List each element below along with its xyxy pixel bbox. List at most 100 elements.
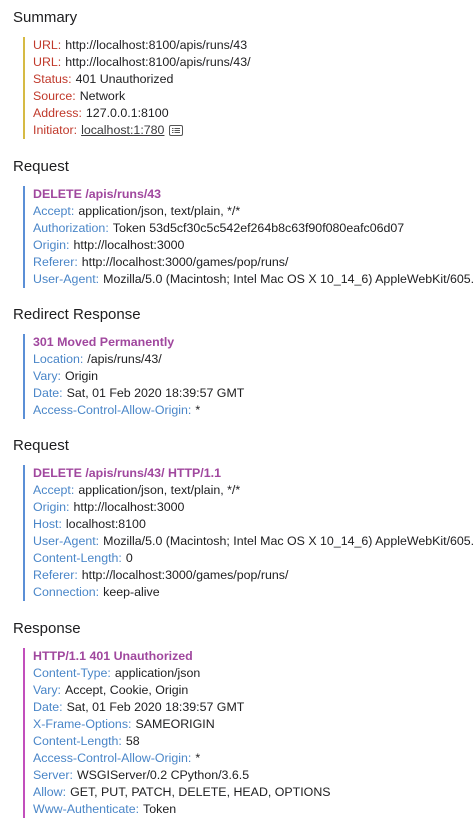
header-row: Origin: http://localhost:3000 [33, 237, 474, 254]
summary-value: 401 Unauthorized [75, 72, 174, 86]
header-row: Vary: Accept, Cookie, Origin [33, 682, 474, 699]
header-row: Date: Sat, 01 Feb 2020 18:39:57 GMT [33, 385, 474, 402]
summary-title: Summary [13, 9, 78, 26]
header-key: Vary: [33, 369, 61, 383]
header-value: application/json [114, 666, 201, 680]
request-title: Request [13, 158, 69, 175]
header-row: X-Frame-Options: SAMEORIGIN [33, 716, 474, 733]
header-value: GET, PUT, PATCH, DELETE, HEAD, OPTIONS [70, 785, 331, 799]
header-value: Token [143, 802, 177, 816]
summary-row: Initiator: localhost:1:780 [33, 122, 474, 139]
response-block: HTTP/1.1 401 Unauthorized Content-Type: a… [23, 648, 474, 818]
summary-key: Source: [33, 89, 76, 103]
header-value: * [195, 403, 201, 417]
response-title: Response [13, 620, 81, 637]
header-row: Host: localhost:8100 [33, 516, 474, 533]
summary-key: URL: [33, 55, 62, 69]
summary-block: URL: http://localhost:8100/apis/runs/43 U… [23, 37, 474, 139]
header-row: Content-Length: 0 [33, 550, 474, 567]
summary-value: 127.0.0.1:8100 [85, 106, 169, 120]
response-status-line: HTTP/1.1 401 Unauthorized [33, 649, 193, 663]
header-value: * [195, 751, 201, 765]
header-key: Origin: [33, 238, 70, 252]
summary-key: Status: [33, 72, 72, 86]
initiator-link[interactable]: localhost:1:780 [81, 123, 164, 137]
summary-row: URL: http://localhost:8100/apis/runs/43 [33, 37, 474, 54]
header-row: Content-Length: 58 [33, 733, 474, 750]
header-key: Vary: [33, 683, 61, 697]
header-value: keep-alive [103, 585, 160, 599]
header-key: X-Frame-Options: [33, 717, 132, 731]
request-status-line: DELETE /apis/runs/43 [33, 187, 162, 201]
request-block: DELETE /apis/runs/43 Accept: application/… [23, 186, 474, 288]
header-value: Token 53d5cf30c5c542ef264b8c63f90f080eaf… [112, 221, 405, 235]
header-row: Vary: Origin [33, 368, 474, 385]
header-value: /apis/runs/43/ [87, 352, 162, 366]
summary-key: Address: [33, 106, 82, 120]
header-key: User-Agent: [33, 272, 100, 286]
header-key: Location: [33, 352, 84, 366]
header-value: application/json, text/plain, */* [78, 483, 241, 497]
header-row: Authorization: Token 53d5cf30c5c542ef264b… [33, 220, 474, 237]
header-key: Date: [33, 700, 63, 714]
header-row: Location:/apis/runs/43/ [33, 351, 474, 368]
header-value: WSGIServer/0.2 CPython/3.6.5 [76, 768, 250, 782]
header-row: Accept: application/json, text/plain, */* [33, 482, 474, 499]
header-row: Content-Type: application/json [33, 665, 474, 682]
header-value: Mozilla/5.0 (Macintosh; Intel Mac OS X 1… [103, 272, 474, 286]
summary-key: URL: [33, 38, 62, 52]
header-row: User-Agent: Mozilla/5.0 (Macintosh; Intel… [33, 271, 474, 288]
header-key: Origin: [33, 500, 70, 514]
header-value: Mozilla/5.0 (Macintosh; Intel Mac OS X 1… [103, 534, 474, 548]
header-row: Referer: http://localhost:3000/games/pop/… [33, 567, 474, 584]
header-row: Date: Sat, 01 Feb 2020 18:39:57 GMT [33, 699, 474, 716]
header-row: Access-Control-Allow-Origin: * [33, 402, 474, 419]
header-row: Allow: GET, PUT, PATCH, DELETE, HEAD, OPT… [33, 784, 474, 801]
header-value: Accept, Cookie, Origin [65, 683, 189, 697]
header-value: Origin [65, 369, 99, 383]
redirect-response-title: Redirect Response [13, 306, 141, 323]
header-value: application/json, text/plain, */* [78, 204, 241, 218]
request-title: Request [13, 437, 69, 454]
header-key: Content-Length: [33, 551, 122, 565]
header-value: localhost:8100 [65, 517, 146, 531]
header-value: SAMEORIGIN [135, 717, 215, 731]
header-value: http://localhost:3000/games/pop/runs/ [81, 568, 289, 582]
request-status-line: DELETE /apis/runs/43/ HTTP/1.1 [33, 466, 221, 480]
header-key: Content-Length: [33, 734, 122, 748]
header-key: Server: [33, 768, 73, 782]
header-row: Referer: http://localhost:3000/games/pop/… [33, 254, 474, 271]
request-block: DELETE /apis/runs/43/ HTTP/1.1 Accept: ap… [23, 465, 474, 601]
header-row: Www-Authenticate: Token [33, 801, 474, 818]
summary-row: Status: 401 Unauthorized [33, 71, 474, 88]
header-row: Accept: application/json, text/plain, */* [33, 203, 474, 220]
header-key: Accept: [33, 204, 75, 218]
list-icon[interactable] [169, 124, 184, 139]
header-key: Host: [33, 517, 62, 531]
header-row: Access-Control-Allow-Origin: * [33, 750, 474, 767]
summary-value[interactable]: http://localhost:8100/apis/runs/43 [65, 38, 247, 52]
header-key: Referer: [33, 255, 78, 269]
header-key: Allow: [33, 785, 67, 799]
header-key: Access-Control-Allow-Origin: [33, 403, 192, 417]
header-row: Connection: keep-alive [33, 584, 474, 601]
summary-row: URL: http://localhost:8100/apis/runs/43/ [33, 54, 474, 71]
header-key: Www-Authenticate: [33, 802, 140, 816]
header-key: User-Agent: [33, 534, 100, 548]
header-value: Sat, 01 Feb 2020 18:39:57 GMT [66, 700, 245, 714]
header-key: Date: [33, 386, 63, 400]
header-value: Sat, 01 Feb 2020 18:39:57 GMT [66, 386, 245, 400]
header-row: User-Agent: Mozilla/5.0 (Macintosh; Intel… [33, 533, 474, 550]
header-value: http://localhost:3000 [73, 238, 185, 252]
header-key: Access-Control-Allow-Origin: [33, 751, 192, 765]
summary-value[interactable]: http://localhost:8100/apis/runs/43/ [65, 55, 250, 69]
header-value: http://localhost:3000 [73, 500, 185, 514]
header-key: Authorization: [33, 221, 109, 235]
summary-key: Initiator: [33, 123, 78, 137]
header-key: Referer: [33, 568, 78, 582]
summary-row: Address: 127.0.0.1:8100 [33, 105, 474, 122]
redirect-status-line: 301 Moved Permanently [33, 335, 175, 349]
header-key: Content-Type: [33, 666, 111, 680]
header-key: Connection: [33, 585, 100, 599]
header-value: http://localhost:3000/games/pop/runs/ [81, 255, 289, 269]
